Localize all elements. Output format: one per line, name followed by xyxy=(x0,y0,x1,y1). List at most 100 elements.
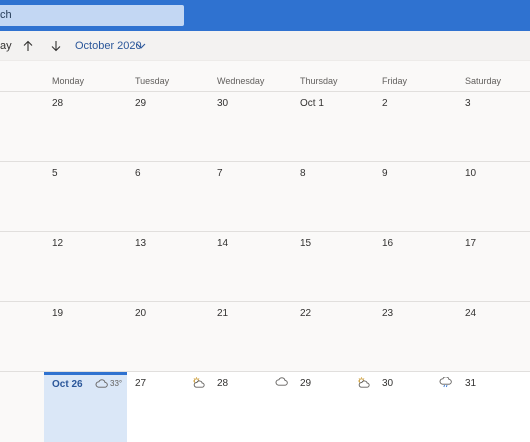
day-cell[interactable]: 3 xyxy=(457,92,530,162)
day-cell[interactable]: 5 xyxy=(44,162,127,232)
day-cell[interactable]: 7 xyxy=(209,162,292,232)
weekday-wednesday: Wednesday xyxy=(217,76,265,86)
day-number: 29 xyxy=(135,98,147,109)
month-picker-chevron[interactable] xyxy=(135,31,147,61)
search-placeholder: ch xyxy=(0,9,12,21)
day-cell[interactable]: 13 xyxy=(127,232,209,302)
month-grid: 28 29 30 Oct 1 2 3 5 6 7 8 9 10 12 13 14… xyxy=(0,92,530,442)
forecast-weather xyxy=(275,377,288,386)
week-row: 19 20 21 22 23 24 xyxy=(0,302,530,372)
partly-sunny-icon xyxy=(358,377,370,388)
today-label: ay xyxy=(0,40,12,52)
forecast-weather xyxy=(357,377,370,388)
day-cell[interactable]: 24 xyxy=(457,302,530,372)
day-cell[interactable]: 15 xyxy=(292,232,374,302)
day-cell[interactable]: 16 xyxy=(374,232,457,302)
day-cell[interactable]: 9 xyxy=(374,162,457,232)
today-cell[interactable]: Oct 26 33° xyxy=(44,372,127,442)
day-number: 2 xyxy=(382,98,388,109)
today-date: Oct 26 xyxy=(52,379,83,390)
sunday-column[interactable] xyxy=(0,232,44,302)
day-number: 12 xyxy=(52,238,64,249)
day-cell[interactable]: 29 xyxy=(127,92,209,162)
day-cell[interactable]: 29 xyxy=(292,372,374,442)
day-number: 16 xyxy=(382,238,394,249)
chevron-down-icon xyxy=(136,43,146,49)
day-cell[interactable]: 12 xyxy=(44,232,127,302)
day-cell[interactable]: Oct 1 xyxy=(292,92,374,162)
next-button[interactable] xyxy=(48,31,64,61)
app-header: ch xyxy=(0,0,530,31)
day-cell[interactable]: 17 xyxy=(457,232,530,302)
sunday-column[interactable] xyxy=(0,162,44,232)
forecast-weather xyxy=(192,377,205,388)
day-number: 7 xyxy=(217,168,223,179)
day-number: 28 xyxy=(52,98,64,109)
day-number: 23 xyxy=(382,308,394,319)
day-number: 19 xyxy=(52,308,64,319)
day-cell[interactable]: 8 xyxy=(292,162,374,232)
today-button[interactable]: ay xyxy=(0,31,12,61)
today-weather: 33° xyxy=(95,379,122,388)
forecast-weather xyxy=(439,377,452,388)
day-cell[interactable]: 10 xyxy=(457,162,530,232)
day-number: 6 xyxy=(135,168,141,179)
day-cell[interactable]: 20 xyxy=(127,302,209,372)
day-number: 22 xyxy=(300,308,312,319)
day-number: 30 xyxy=(217,98,229,109)
day-number: 21 xyxy=(217,308,229,319)
weekday-friday: Friday xyxy=(382,76,408,86)
weekday-saturday: Saturday xyxy=(465,76,502,86)
day-cell[interactable]: 30 xyxy=(209,92,292,162)
current-week-row: Oct 26 33° 27 28 29 30 31 xyxy=(0,372,530,442)
day-cell[interactable]: 21 xyxy=(209,302,292,372)
day-cell[interactable]: 31 xyxy=(457,372,530,442)
day-cell[interactable]: 28 xyxy=(209,372,292,442)
weekday-tuesday: Tuesday xyxy=(135,76,170,86)
day-cell[interactable]: 23 xyxy=(374,302,457,372)
day-number: 30 xyxy=(382,378,394,389)
previous-button[interactable] xyxy=(20,31,36,61)
day-cell[interactable]: 14 xyxy=(209,232,292,302)
day-number: 29 xyxy=(300,378,312,389)
weekday-header: Monday Tuesday Wednesday Thursday Friday… xyxy=(0,61,530,92)
sunday-column[interactable] xyxy=(0,372,44,442)
day-number: 8 xyxy=(300,168,306,179)
arrow-up-icon xyxy=(23,40,33,51)
today-temperature: 33° xyxy=(110,379,123,388)
day-cell[interactable]: 28 xyxy=(44,92,127,162)
partly-sunny-icon xyxy=(193,377,205,388)
day-number: 5 xyxy=(52,168,58,179)
day-number: 27 xyxy=(135,378,147,389)
search-box[interactable]: ch xyxy=(0,5,184,26)
day-number: 15 xyxy=(300,238,312,249)
calendar-toolbar: ay October 2020 xyxy=(0,31,530,61)
week-row: 5 6 7 8 9 10 xyxy=(0,162,530,232)
week-row: 28 29 30 Oct 1 2 3 xyxy=(0,92,530,162)
sunday-column[interactable] xyxy=(0,92,44,162)
day-cell[interactable]: 2 xyxy=(374,92,457,162)
weekday-thursday: Thursday xyxy=(300,76,338,86)
week-row: 12 13 14 15 16 17 xyxy=(0,232,530,302)
day-cell[interactable]: 30 xyxy=(374,372,457,442)
day-number: 10 xyxy=(465,168,477,179)
day-number: 28 xyxy=(217,378,229,389)
day-number: 20 xyxy=(135,308,147,319)
cloudy-icon xyxy=(275,377,288,386)
arrow-down-icon xyxy=(51,41,61,52)
day-number: 17 xyxy=(465,238,477,249)
day-cell[interactable]: 19 xyxy=(44,302,127,372)
sunday-column[interactable] xyxy=(0,302,44,372)
day-number: 31 xyxy=(465,378,477,389)
day-number: 3 xyxy=(465,98,471,109)
month-picker[interactable]: October 2020 xyxy=(75,31,142,61)
day-number: 14 xyxy=(217,238,229,249)
day-number: Oct 1 xyxy=(300,98,324,109)
day-cell[interactable]: 27 xyxy=(127,372,209,442)
rain-icon xyxy=(439,377,452,388)
day-cell[interactable]: 22 xyxy=(292,302,374,372)
day-cell[interactable]: 6 xyxy=(127,162,209,232)
day-number: 24 xyxy=(465,308,477,319)
month-label: October 2020 xyxy=(75,40,142,52)
day-number: 9 xyxy=(382,168,388,179)
